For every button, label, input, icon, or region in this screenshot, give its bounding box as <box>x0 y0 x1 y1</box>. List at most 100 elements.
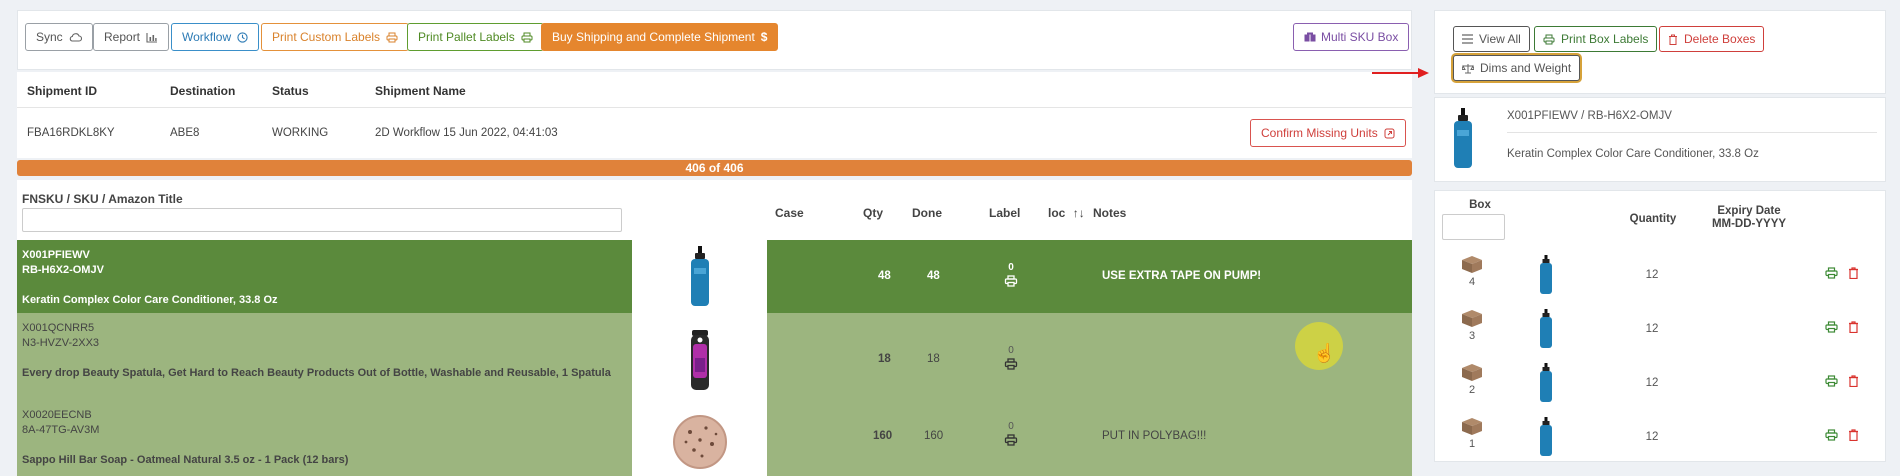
box-quantity: 12 <box>1645 431 1659 443</box>
header-shipment-name: Shipment Name <box>375 84 466 98</box>
header-fnsku: FNSKU / SKU / Amazon Title <box>22 192 183 206</box>
row-fnsku: X001QCNRR5 <box>22 322 95 334</box>
printer-icon <box>386 32 398 43</box>
header-quantity: Quantity <box>1629 213 1677 225</box>
trash-icon[interactable] <box>1848 321 1859 336</box>
row-qty: 48 <box>878 270 891 282</box>
row-sku: N3-HVZV-2XX3 <box>22 337 100 349</box>
row-title: Every drop Beauty Spatula, Get Hard to R… <box>22 367 611 379</box>
printer-icon <box>999 275 1023 290</box>
printer-icon <box>999 358 1023 373</box>
table-row[interactable]: X001PFIEWV RB-H6X2-OMJV Keratin Complex … <box>17 240 1412 313</box>
header-notes: Notes <box>1093 206 1127 220</box>
selected-product-card: X001PFIEWV / RB-H6X2-OMJV Keratin Comple… <box>1434 97 1886 182</box>
row-sku: RB-H6X2-OMJV <box>22 264 104 276</box>
printer-icon <box>521 32 533 43</box>
sync-button[interactable]: Sync <box>25 23 93 51</box>
items-table-header: FNSKU / SKU / Amazon Title Case Qty Done… <box>17 180 1412 240</box>
box-number: 3 <box>1468 330 1476 342</box>
product-image <box>632 408 767 476</box>
box-filter-input[interactable] <box>1442 214 1505 240</box>
dims-and-weight-button[interactable]: Dims and Weight <box>1453 55 1581 81</box>
box-product-image <box>1538 255 1554 298</box>
printer-icon[interactable] <box>1825 429 1838 444</box>
hand-cursor-icon: ☝ <box>1313 343 1336 363</box>
expiry-line1: Expiry Date <box>1717 205 1781 217</box>
confirm-missing-units-button[interactable]: Confirm Missing Units <box>1250 119 1406 147</box>
trash-icon[interactable] <box>1848 429 1859 444</box>
arrow-right-icon <box>1372 68 1429 78</box>
expiry-line2: MM-DD-YYYY <box>1711 218 1787 230</box>
header-done: Done <box>912 206 942 220</box>
delete-boxes-label: Delete Boxes <box>1684 32 1756 46</box>
header-destination: Destination <box>170 84 236 98</box>
box-number: 4 <box>1468 276 1476 288</box>
row-notes: USE EXTRA TAPE ON PUMP! <box>1102 270 1262 282</box>
box-number: 1 <box>1468 438 1476 450</box>
printer-icon[interactable] <box>1825 321 1838 336</box>
label-print[interactable]: 0 <box>999 346 1023 373</box>
boxes-icon <box>1304 32 1316 42</box>
header-shipment-id: Shipment ID <box>27 84 98 98</box>
box-row[interactable]: 1 12 <box>1435 413 1887 467</box>
print-custom-labels-button[interactable]: Print Custom Labels <box>261 23 410 51</box>
box-product-image <box>1538 417 1554 460</box>
sync-label: Sync <box>36 30 63 44</box>
trash-icon[interactable] <box>1848 375 1859 390</box>
report-button[interactable]: Report <box>93 23 170 51</box>
box-row[interactable]: 4 12 <box>1435 251 1887 305</box>
workflow-button[interactable]: Workflow <box>171 23 260 51</box>
label-print[interactable]: 0 <box>999 263 1023 290</box>
shipment-row: FBA16RDKL8KY ABE8 WORKING 2D Workflow 15… <box>17 108 1412 158</box>
table-row[interactable]: X001QCNRR5 N3-HVZV-2XX3 Every drop Beaut… <box>17 313 1412 408</box>
header-label: Label <box>989 206 1021 220</box>
trash-icon[interactable] <box>1848 267 1859 282</box>
box-toolbar: View All Print Box Labels Delete Boxes D… <box>1434 10 1886 94</box>
row-done: 18 <box>927 353 940 365</box>
buy-shipping-button[interactable]: Buy Shipping and Complete Shipment $ <box>541 23 779 51</box>
view-all-label: View All <box>1479 32 1521 46</box>
header-case: Case <box>775 206 804 220</box>
header-status: Status <box>272 84 309 98</box>
header-qty: Qty <box>863 206 884 220</box>
list-icon <box>1462 34 1473 44</box>
box-row[interactable]: 2 12 <box>1435 359 1887 413</box>
multi-sku-box-label: Multi SKU Box <box>1321 30 1399 44</box>
boxes-table: Box Quantity Expiry Date MM-DD-YYYY 4 12 <box>1434 190 1886 462</box>
print-box-labels-button[interactable]: Print Box Labels <box>1534 26 1658 52</box>
confirm-missing-units-label: Confirm Missing Units <box>1261 126 1378 140</box>
header-loc[interactable]: loc ↑↓ <box>1048 206 1085 220</box>
label-print[interactable]: 0 <box>999 422 1023 449</box>
cloud-sync-icon <box>69 32 82 42</box>
print-pallet-labels-button[interactable]: Print Pallet Labels <box>407 23 544 51</box>
buy-shipping-label: Buy Shipping and Complete Shipment <box>552 30 755 44</box>
printer-icon[interactable] <box>1825 267 1838 282</box>
multi-sku-box-button[interactable]: Multi SKU Box <box>1293 23 1410 51</box>
delete-boxes-button[interactable]: Delete Boxes <box>1659 26 1765 52</box>
product-image <box>632 313 767 408</box>
box-panel: View All Print Box Labels Delete Boxes D… <box>1434 0 1900 476</box>
print-box-labels-label: Print Box Labels <box>1561 32 1649 46</box>
row-title: Keratin Complex Color Care Conditioner, … <box>22 294 278 306</box>
box-icon: 3 <box>1455 309 1489 342</box>
divider <box>1507 132 1877 133</box>
box-row[interactable]: 3 12 <box>1435 305 1887 359</box>
product-image <box>1451 108 1475 173</box>
trash-icon <box>1668 34 1678 45</box>
fnsku-filter-input[interactable] <box>22 208 622 232</box>
print-pallet-labels-label: Print Pallet Labels <box>418 30 515 44</box>
row-qty: 18 <box>878 353 891 365</box>
row-notes: PUT IN POLYBAG!!! <box>1102 430 1207 442</box>
table-row[interactable]: X0020EECNB 8A-47TG-AV3M Sappo Hill Bar S… <box>17 408 1412 476</box>
row-info: X001QCNRR5 N3-HVZV-2XX3 Every drop Beaut… <box>22 321 622 380</box>
row-fnsku: X0020EECNB <box>22 409 92 421</box>
progress-text: 406 of 406 <box>685 161 744 175</box>
shipment-destination: ABE8 <box>170 127 200 139</box>
view-all-button[interactable]: View All <box>1453 26 1530 52</box>
print-custom-labels-label: Print Custom Labels <box>272 30 381 44</box>
external-link-icon <box>1384 128 1395 139</box>
product-sku-line: X001PFIEWV / RB-H6X2-OMJV <box>1507 110 1672 122</box>
printer-icon[interactable] <box>1825 375 1838 390</box>
product-title: Keratin Complex Color Care Conditioner, … <box>1507 148 1759 160</box>
printer-icon <box>999 434 1023 449</box>
